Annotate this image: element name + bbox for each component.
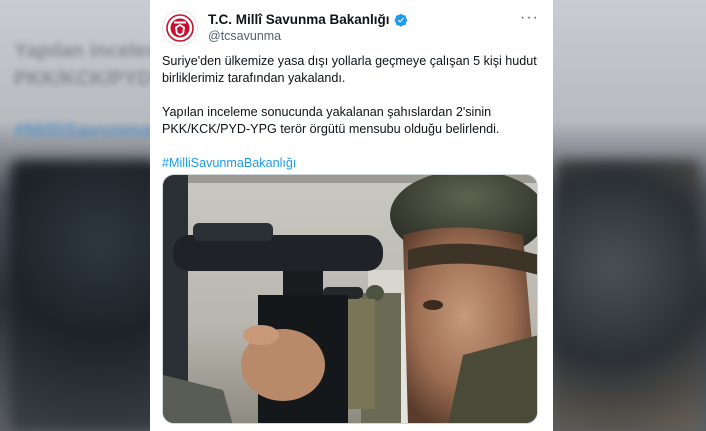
tweet-header: T.C. Millî Savunma Bakanlığı @tcsavunma … (162, 10, 541, 46)
tweet-text: Suriye'den ülkemize yasa dışı yollarla g… (162, 53, 542, 189)
account-handle[interactable]: @tcsavunma (208, 29, 281, 43)
tweet-card: T.C. Millî Savunma Bakanlığı @tcsavunma … (150, 0, 553, 431)
backdrop-photo-right (555, 160, 700, 431)
ministry-emblem-icon (166, 14, 194, 42)
backdrop-text-line2: PKK/KCK/PYD- (14, 68, 159, 90)
backdrop-photo-left (10, 160, 160, 431)
backdrop-hashtag: #MilliSavunmaB (14, 120, 168, 142)
name-row: T.C. Millî Savunma Bakanlığı (208, 12, 408, 27)
verified-badge-icon (394, 13, 407, 27)
more-options-button[interactable]: ··· (520, 10, 539, 26)
tweet-paragraph-2: Yapılan inceleme sonucunda yakalanan şah… (162, 105, 500, 136)
hashtag-link[interactable]: #MilliSavunmaBakanlığı (162, 155, 542, 172)
tweet-media-photo[interactable] (162, 174, 538, 424)
soldier-with-binoculars-photo (163, 175, 537, 423)
account-display-name[interactable]: T.C. Millî Savunma Bakanlığı (208, 12, 390, 27)
account-avatar[interactable] (162, 10, 198, 46)
tweet-paragraph-1: Suriye'den ülkemize yasa dışı yollarla g… (162, 54, 537, 85)
